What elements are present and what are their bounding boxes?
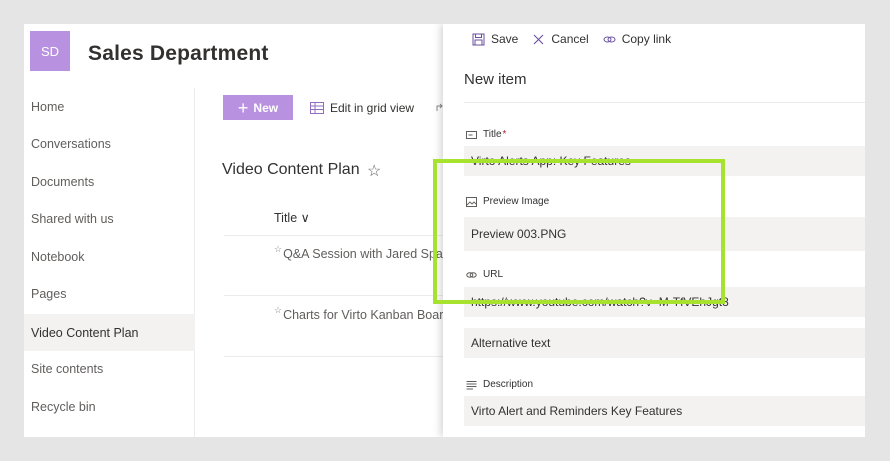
link-icon xyxy=(603,36,616,42)
title-label-text: Title xyxy=(483,129,502,140)
preview-image-field-label: Preview Image xyxy=(466,196,549,207)
cancel-button[interactable]: Cancel xyxy=(532,32,589,46)
url-field-label: URL xyxy=(466,269,503,280)
panel-divider xyxy=(464,102,865,103)
list-divider xyxy=(224,356,454,357)
list-item[interactable]: ☆Charts for Virto Kanban Board xyxy=(274,305,450,322)
title-column-header[interactable]: Title ∨ xyxy=(274,210,310,225)
site-logo[interactable]: SD xyxy=(30,31,70,71)
nav-item-conversations[interactable]: Conversations xyxy=(24,125,195,162)
favorite-star-icon[interactable]: ☆ xyxy=(367,161,381,181)
list-divider xyxy=(224,235,454,236)
title-input[interactable]: Virto Alerts App: Key Features xyxy=(464,146,865,176)
image-icon xyxy=(466,196,477,207)
save-label: Save xyxy=(491,32,519,46)
copy-link-button[interactable]: Copy link xyxy=(603,32,671,46)
text-lines-icon xyxy=(466,380,477,389)
title-field-label: Title * xyxy=(466,129,506,140)
left-navigation: Home Conversations Documents Shared with… xyxy=(24,88,195,437)
alternative-text-input[interactable]: Alternative text xyxy=(464,328,865,358)
site-title[interactable]: Sales Department xyxy=(88,42,269,66)
list-item[interactable]: ☆Q&A Session with Jared Spataro xyxy=(274,244,464,261)
edit-grid-view-button[interactable]: Edit in grid view xyxy=(310,95,414,120)
list-item-title: Q&A Session with Jared Spataro xyxy=(283,247,465,261)
new-item-marker-icon: ☆ xyxy=(274,244,283,254)
nav-item-notebook[interactable]: Notebook xyxy=(24,238,195,275)
nav-item-recycle-bin[interactable]: Recycle bin xyxy=(24,388,195,425)
new-button-label: New xyxy=(253,100,279,115)
list-title: Video Content Plan xyxy=(222,161,360,178)
preview-image-label-text: Preview Image xyxy=(483,196,550,207)
nav-item-home[interactable]: Home xyxy=(24,88,195,125)
new-item-panel: Save Cancel Copy link New item Title * V… xyxy=(443,24,865,437)
new-button[interactable]: + New xyxy=(223,95,293,120)
cancel-label: Cancel xyxy=(551,32,589,46)
nav-item-site-contents[interactable]: Site contents xyxy=(24,350,195,387)
save-icon xyxy=(472,33,485,45)
description-field-label: Description xyxy=(466,379,533,390)
nav-item-pages[interactable]: Pages xyxy=(24,275,195,312)
preview-image-input[interactable]: Preview 003.PNG xyxy=(464,217,865,251)
list-item-title: Charts for Virto Kanban Board xyxy=(283,308,451,322)
url-label-text: URL xyxy=(483,269,504,280)
list-divider xyxy=(224,295,454,296)
text-field-icon xyxy=(466,130,477,139)
new-item-marker-icon: ☆ xyxy=(274,305,283,315)
nav-item-video-content-plan[interactable]: Video Content Plan xyxy=(24,314,195,351)
save-button[interactable]: Save xyxy=(472,32,518,46)
command-bar: + New Edit in grid view xyxy=(195,88,455,124)
edit-grid-view-label: Edit in grid view xyxy=(330,100,415,115)
close-icon xyxy=(533,34,544,44)
description-label-text: Description xyxy=(483,379,534,390)
grid-icon xyxy=(310,101,324,114)
link-icon xyxy=(466,271,477,278)
description-input[interactable]: Virto Alert and Reminders Key Features xyxy=(464,396,865,426)
plus-icon: + xyxy=(237,97,249,118)
panel-toolbar: Save Cancel Copy link xyxy=(443,24,865,54)
sharepoint-window: SD Sales Department Home Conversations D… xyxy=(24,24,865,437)
url-input[interactable]: https://www.youtube.com/watch?v=M-TfVEhJ… xyxy=(464,287,865,317)
panel-title: New item xyxy=(464,71,527,88)
site-header: SD Sales Department xyxy=(24,24,444,86)
nav-item-shared-with-us[interactable]: Shared with us xyxy=(24,200,195,237)
copy-link-label: Copy link xyxy=(621,32,672,46)
nav-item-documents[interactable]: Documents xyxy=(24,163,195,200)
required-marker: * xyxy=(502,129,507,140)
